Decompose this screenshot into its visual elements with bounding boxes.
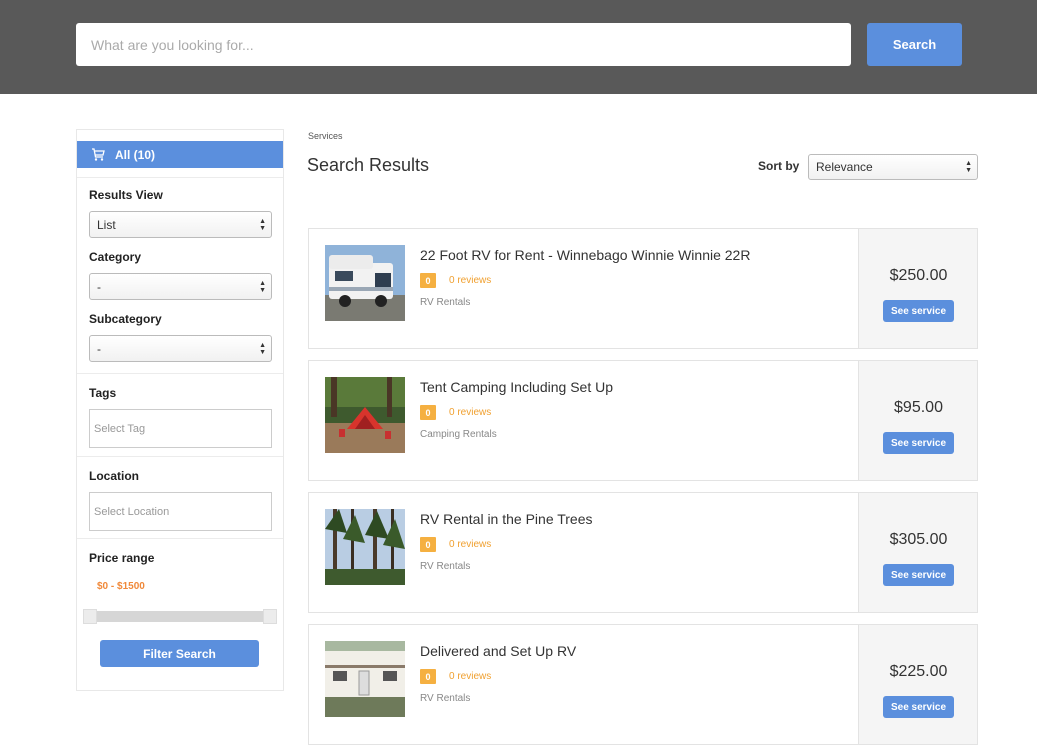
see-service-button[interactable]: See service xyxy=(883,696,954,718)
sort-label: Sort by xyxy=(758,159,800,173)
subcategory-select[interactable]: - ▲ ▼ xyxy=(89,335,272,362)
results-view-value: List xyxy=(97,217,116,232)
search-input[interactable] xyxy=(76,23,851,66)
filter-sidebar: All (10) Results View List ▲ ▼ Category -… xyxy=(76,129,284,691)
rating-badge: 0 xyxy=(420,537,436,552)
price-panel: $225.00 See service xyxy=(858,625,977,744)
reviews-link[interactable]: 0 reviews xyxy=(449,671,491,682)
see-service-button[interactable]: See service xyxy=(883,300,954,322)
rating: 0 0 reviews xyxy=(420,669,491,684)
result-title[interactable]: 22 Foot RV for Rent - Winnebago Winnie W… xyxy=(420,247,750,263)
category-label: Category xyxy=(89,250,142,264)
result-price: $95.00 xyxy=(894,399,943,416)
results-view-select[interactable]: List ▲ ▼ xyxy=(89,211,272,238)
filter-search-button[interactable]: Filter Search xyxy=(100,640,259,667)
tags-input[interactable]: Select Tag xyxy=(89,409,272,448)
result-card[interactable]: 22 Foot RV for Rent - Winnebago Winnie W… xyxy=(308,228,978,349)
price-max-handle[interactable] xyxy=(263,609,277,624)
trailer-photo[interactable] xyxy=(325,641,405,717)
price-range-slider-track[interactable] xyxy=(83,611,277,622)
tags-placeholder: Select Tag xyxy=(94,422,146,435)
price-min-handle[interactable] xyxy=(83,609,97,624)
rating: 0 0 reviews xyxy=(420,273,491,288)
result-card[interactable]: Delivered and Set Up RV 0 0 reviews RV R… xyxy=(308,624,978,745)
sort-value: Relevance xyxy=(816,160,873,174)
cart-icon xyxy=(91,147,105,162)
price-panel: $305.00 See service xyxy=(858,493,977,612)
see-service-button[interactable]: See service xyxy=(883,564,954,586)
result-category: RV Rentals xyxy=(420,297,471,308)
breadcrumb[interactable]: Services xyxy=(308,131,343,141)
result-category: RV Rentals xyxy=(420,561,471,572)
divider xyxy=(77,177,283,178)
result-price: $225.00 xyxy=(889,663,948,680)
rating: 0 0 reviews xyxy=(420,405,491,420)
reviews-link[interactable]: 0 reviews xyxy=(449,407,491,418)
result-title[interactable]: RV Rental in the Pine Trees xyxy=(420,511,593,527)
search-button[interactable]: Search xyxy=(867,23,962,66)
top-search-bar: Search xyxy=(0,0,1037,94)
rating: 0 0 reviews xyxy=(420,537,491,552)
location-input[interactable]: Select Location xyxy=(89,492,272,531)
location-placeholder: Select Location xyxy=(94,505,170,518)
result-price: $305.00 xyxy=(889,531,948,548)
reviews-link[interactable]: 0 reviews xyxy=(449,539,491,550)
price-panel: $250.00 See service xyxy=(858,229,977,348)
divider xyxy=(77,456,283,457)
rating-badge: 0 xyxy=(420,273,436,288)
rv-photo[interactable] xyxy=(325,245,405,321)
price-range-value: $0 - $1500 xyxy=(97,581,145,592)
result-title[interactable]: Delivered and Set Up RV xyxy=(420,643,576,659)
tags-label: Tags xyxy=(89,386,117,400)
updown-arrows-icon: ▲ ▼ xyxy=(259,342,266,356)
tent-photo[interactable] xyxy=(325,377,405,453)
price-panel: $95.00 See service xyxy=(858,361,977,480)
result-category: Camping Rentals xyxy=(420,429,497,440)
all-category-item[interactable]: All (10) xyxy=(77,141,283,168)
subcategory-label: Subcategory xyxy=(89,312,162,326)
divider xyxy=(77,538,283,539)
updown-arrows-icon: ▲ ▼ xyxy=(259,280,266,294)
results-view-label: Results View xyxy=(89,188,163,202)
rating-badge: 0 xyxy=(420,669,436,684)
all-category-label: All (10) xyxy=(115,147,156,162)
updown-arrows-icon: ▲ ▼ xyxy=(259,218,266,232)
category-select[interactable]: - ▲ ▼ xyxy=(89,273,272,300)
result-card[interactable]: Tent Camping Including Set Up 0 0 review… xyxy=(308,360,978,481)
result-card[interactable]: RV Rental in the Pine Trees 0 0 reviews … xyxy=(308,492,978,613)
reviews-link[interactable]: 0 reviews xyxy=(449,275,491,286)
price-range-label: Price range xyxy=(89,551,155,565)
rating-badge: 0 xyxy=(420,405,436,420)
sort-select[interactable]: Relevance ▲ ▼ xyxy=(808,154,978,180)
page-title: Search Results xyxy=(307,155,430,175)
result-category: RV Rentals xyxy=(420,693,471,704)
result-price: $250.00 xyxy=(889,267,948,284)
divider xyxy=(77,373,283,374)
category-value: - xyxy=(97,279,101,294)
subcategory-value: - xyxy=(97,341,101,356)
pine-trees-photo[interactable] xyxy=(325,509,405,585)
result-title[interactable]: Tent Camping Including Set Up xyxy=(420,379,613,395)
see-service-button[interactable]: See service xyxy=(883,432,954,454)
updown-arrows-icon: ▲ ▼ xyxy=(965,160,972,174)
location-label: Location xyxy=(89,469,139,483)
